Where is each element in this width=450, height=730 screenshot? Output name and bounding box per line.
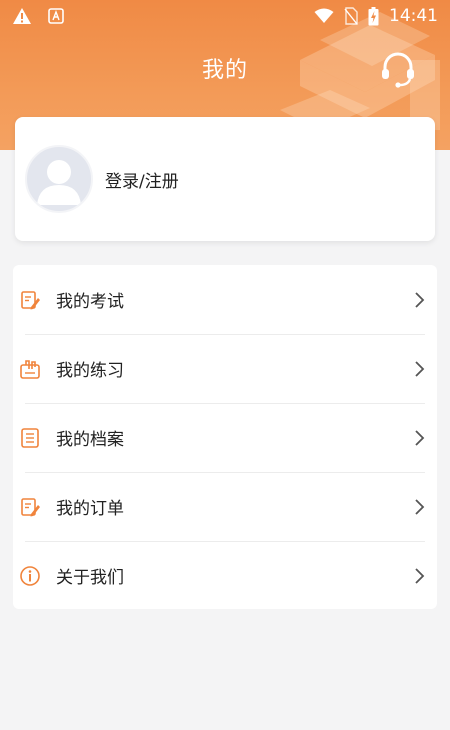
profile-card[interactable]: 登录/注册 — [15, 117, 435, 241]
chevron-right-icon — [415, 360, 425, 377]
menu-item-my-practice[interactable]: 我的练习 — [13, 334, 437, 403]
menu-item-label: 我的订单 — [56, 499, 124, 519]
default-avatar-icon[interactable] — [25, 145, 93, 213]
menu-item-about-us[interactable]: 关于我们 — [13, 541, 437, 610]
practice-icon — [20, 359, 40, 379]
menu-item-my-archive[interactable]: 我的档案 — [13, 403, 437, 472]
menu-item-label: 我的档案 — [56, 430, 124, 450]
order-edit-icon — [21, 497, 40, 516]
warning-icon — [13, 8, 31, 24]
menu-item-my-orders[interactable]: 我的订单 — [13, 472, 437, 541]
exam-edit-icon — [21, 290, 40, 309]
chevron-right-icon — [415, 498, 425, 515]
status-bar: 14:41 — [0, 0, 450, 36]
battery-charging-icon — [368, 6, 379, 25]
wifi-icon — [314, 8, 334, 23]
app-notification-icon — [48, 8, 64, 24]
document-icon — [21, 427, 39, 448]
chevron-right-icon — [415, 429, 425, 446]
menu-list: 我的考试 我的练习 我的档案 我的订单 关于我们 — [13, 265, 437, 609]
headset-icon[interactable] — [377, 48, 419, 90]
no-sim-icon — [344, 7, 358, 25]
status-time: 14:41 — [389, 6, 438, 26]
chevron-right-icon — [415, 567, 425, 584]
chevron-right-icon — [415, 291, 425, 308]
login-register-link[interactable]: 登录/注册 — [105, 167, 179, 192]
info-icon — [20, 565, 40, 586]
menu-item-my-exams[interactable]: 我的考试 — [13, 265, 437, 334]
menu-item-label: 我的考试 — [56, 292, 124, 312]
menu-item-label: 关于我们 — [56, 568, 124, 588]
menu-item-label: 我的练习 — [56, 361, 124, 381]
